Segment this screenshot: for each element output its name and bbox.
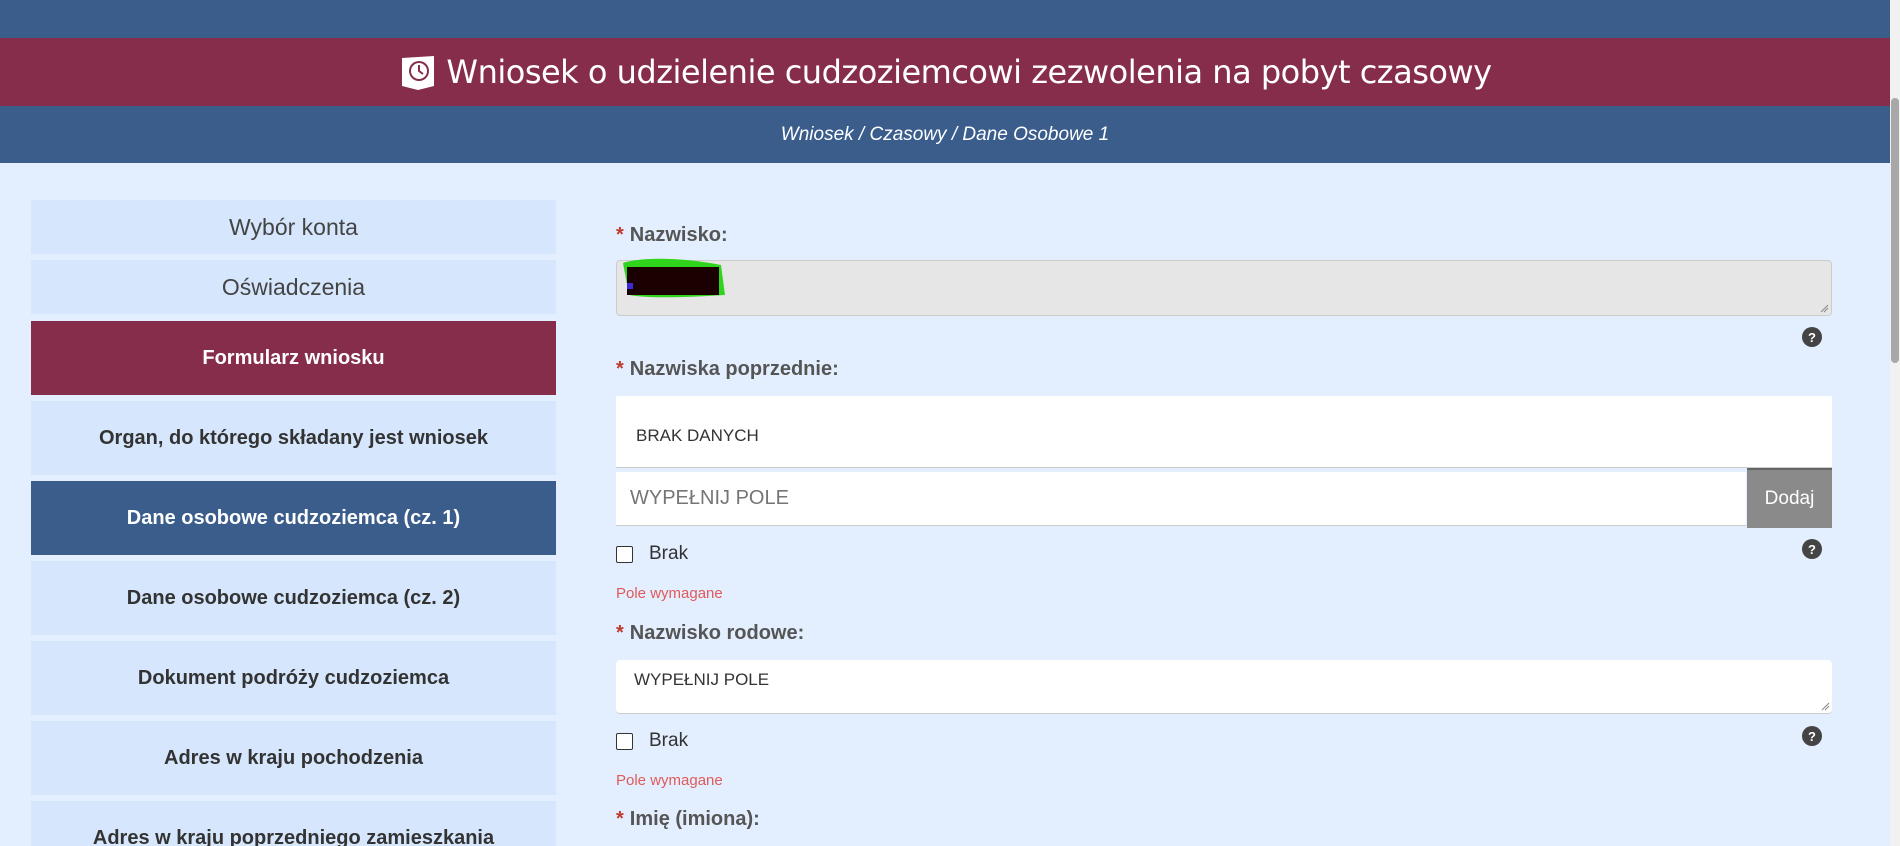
- title-bar: Wniosek o udzielenie cudzoziemcowi zezwo…: [0, 38, 1890, 106]
- sidebar-item-label: Formularz wniosku: [202, 346, 385, 369]
- sidebar-item-personal-data-2[interactable]: Dane osobowe cudzoziemca (cz. 2): [31, 561, 556, 635]
- scrollbar-thumb[interactable]: [1891, 98, 1899, 363]
- sidebar-item-label: Dokument podróży cudzoziemca: [137, 666, 450, 689]
- surname-label: * Nazwisko:: [616, 224, 728, 246]
- page-title: Wniosek o udzielenie cudzoziemcowi zezwo…: [446, 53, 1492, 91]
- previous-surnames-label: * Nazwiska poprzednie:: [616, 358, 839, 380]
- checkbox-box[interactable]: [616, 545, 633, 563]
- resize-handle-icon[interactable]: [1821, 702, 1830, 711]
- checkbox-box[interactable]: [616, 732, 633, 750]
- sidebar-item-label: Dane osobowe cudzoziemca (cz. 2): [126, 586, 461, 609]
- sidebar-item-label: Organ, do którego składany jest wniosek: [99, 426, 488, 449]
- previous-surname-input[interactable]: [616, 472, 1746, 526]
- family-name-error: Pole wymagane: [616, 772, 723, 789]
- sidebar-item-previous-address[interactable]: Adres w kraju poprzedniego zamieszkania: [31, 801, 556, 846]
- add-previous-surname-button[interactable]: Dodaj: [1747, 468, 1832, 528]
- clock-document-icon: [398, 52, 438, 92]
- sidebar-item-personal-data-1[interactable]: Dane osobowe cudzoziemca (cz. 1): [31, 481, 556, 555]
- previous-surnames-error: Pole wymagane: [616, 585, 723, 602]
- help-icon[interactable]: ?: [1802, 726, 1822, 746]
- family-name-label: * Nazwisko rodowe:: [616, 622, 805, 644]
- previous-surname-entry[interactable]: BRAK DANYCH: [616, 396, 1832, 468]
- family-name-none-checkbox[interactable]: Brak: [616, 730, 688, 752]
- resize-handle-icon[interactable]: [1820, 304, 1829, 313]
- first-names-label: * Imię (imiona):: [616, 808, 760, 830]
- top-bar: [0, 0, 1890, 38]
- sidebar-item-label: Adres w kraju poprzedniego zamieszkania: [92, 827, 495, 846]
- sidebar-item-authority[interactable]: Organ, do którego składany jest wniosek: [31, 401, 556, 475]
- sidebar-item-label: Wybór konta: [229, 213, 358, 240]
- sidebar-item-account-selection[interactable]: Wybór konta: [31, 200, 556, 254]
- breadcrumb: Wniosek / Czasowy / Dane Osobowe 1: [0, 106, 1890, 163]
- sidebar-item-home-address[interactable]: Adres w kraju pochodzenia: [31, 721, 556, 795]
- sidebar-item-declarations[interactable]: Oświadczenia: [31, 260, 556, 314]
- sidebar-item-travel-document[interactable]: Dokument podróży cudzoziemca: [31, 641, 556, 715]
- surname-field[interactable]: [616, 258, 1832, 316]
- family-name-field[interactable]: WYPEŁNIJ POLE: [616, 660, 1832, 714]
- redaction-mark: [623, 258, 725, 298]
- previous-surnames-none-checkbox[interactable]: Brak: [616, 543, 688, 565]
- help-icon[interactable]: ?: [1802, 327, 1822, 347]
- sidebar-item-label: Adres w kraju pochodzenia: [164, 746, 423, 769]
- sidebar-item-application-form[interactable]: Formularz wniosku: [31, 321, 556, 395]
- sidebar-item-label: Dane osobowe cudzoziemca (cz. 1): [126, 506, 461, 529]
- sidebar-item-label: Oświadczenia: [221, 273, 366, 300]
- help-icon[interactable]: ?: [1802, 539, 1822, 559]
